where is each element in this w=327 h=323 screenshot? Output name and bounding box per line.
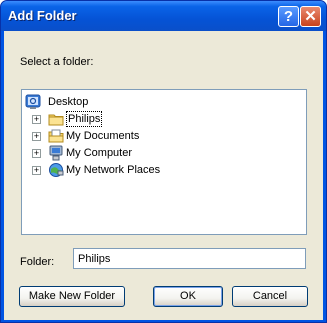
my-documents-icon xyxy=(48,128,64,144)
network-places-icon xyxy=(48,162,64,178)
tree-item-my-documents[interactable]: My Documents xyxy=(32,128,295,144)
folder-input[interactable] xyxy=(73,248,306,269)
cancel-button[interactable]: Cancel xyxy=(232,286,308,307)
add-folder-dialog: Add Folder ? ✕ Select a folder: Desktop … xyxy=(0,0,327,323)
my-computer-icon xyxy=(48,145,64,161)
select-folder-prompt: Select a folder: xyxy=(20,56,94,68)
desktop-icon xyxy=(25,94,41,110)
tree-item-label: My Network Places xyxy=(66,164,161,176)
make-new-folder-button[interactable]: Make New Folder xyxy=(19,286,125,307)
close-button[interactable]: ✕ xyxy=(300,6,321,27)
tree-item-my-network-places[interactable]: My Network Places xyxy=(32,162,295,178)
folder-icon xyxy=(48,111,64,127)
title-bar[interactable]: Add Folder ? ✕ xyxy=(1,1,326,31)
expand-icon[interactable] xyxy=(32,149,41,158)
expand-icon[interactable] xyxy=(32,166,41,175)
tree-item-label: Philips xyxy=(66,111,103,127)
folder-label: Folder: xyxy=(20,256,55,268)
ok-button[interactable]: OK xyxy=(153,286,223,307)
help-button[interactable]: ? xyxy=(278,6,299,27)
expand-icon[interactable] xyxy=(32,115,41,124)
expand-icon[interactable] xyxy=(32,132,41,141)
tree-item-my-computer[interactable]: My Computer xyxy=(32,145,295,161)
tree-item-label: Desktop xyxy=(48,96,89,108)
window-title: Add Folder xyxy=(8,8,77,23)
tree-item-desktop[interactable]: Desktop xyxy=(25,94,295,110)
dialog-body: Select a folder: Desktop + Philips + My … xyxy=(4,31,323,320)
tree-item-philips[interactable]: Philips xyxy=(32,111,295,127)
folder-tree[interactable]: Desktop Philips xyxy=(21,89,307,235)
close-icon: ✕ xyxy=(304,8,317,25)
tree-item-label: My Computer xyxy=(66,147,133,159)
tree-item-label: My Documents xyxy=(66,130,140,142)
help-icon: ? xyxy=(283,8,294,25)
